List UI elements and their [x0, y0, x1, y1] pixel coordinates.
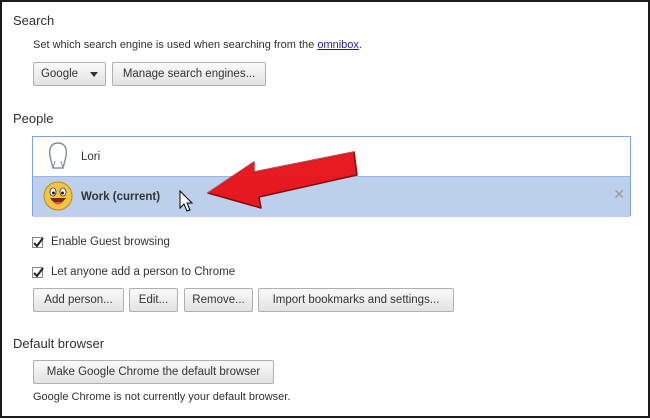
edit-person-button[interactable]: Edit...: [129, 288, 178, 312]
silhouette-avatar-icon: [49, 142, 67, 169]
default-browser-status: Google Chrome is not currently your defa…: [33, 391, 291, 403]
anyone-add-person-option[interactable]: Let anyone add a person to Chrome: [32, 266, 235, 278]
guest-browsing-label: Enable Guest browsing: [51, 236, 170, 248]
remove-person-button[interactable]: Remove...: [184, 288, 253, 312]
profile-row-work[interactable]: Work (current) ✕: [33, 176, 630, 217]
anyone-add-person-checkbox[interactable]: [32, 266, 44, 278]
remove-profile-icon[interactable]: ✕: [613, 188, 625, 202]
make-default-browser-button[interactable]: Make Google Chrome the default browser: [33, 360, 274, 384]
guest-browsing-checkbox[interactable]: [32, 236, 44, 248]
settings-page: Search Set which search engine is used w…: [0, 0, 650, 418]
search-engine-dropdown[interactable]: Google: [33, 62, 106, 86]
people-section-title: People: [13, 111, 54, 126]
checkmark-icon: [33, 266, 44, 278]
search-section-title: Search: [13, 13, 55, 28]
default-browser-section-title: Default browser: [13, 336, 105, 351]
profile-row-lori[interactable]: Lori: [33, 137, 630, 176]
smiley-avatar-icon: [43, 181, 73, 211]
omnibox-link[interactable]: omnibox: [317, 39, 359, 51]
manage-search-engines-button[interactable]: Manage search engines...: [112, 62, 266, 86]
checkmark-icon: [33, 236, 44, 248]
import-bookmarks-button[interactable]: Import bookmarks and settings...: [258, 288, 454, 312]
profile-name: Lori: [81, 150, 101, 163]
add-person-button[interactable]: Add person...: [33, 288, 124, 312]
guest-browsing-option[interactable]: Enable Guest browsing: [32, 236, 170, 248]
search-description: Set which search engine is used when sea…: [33, 39, 362, 51]
dropdown-arrow-icon: [90, 71, 99, 77]
profile-list: Lori Work (current) ✕: [32, 136, 631, 217]
anyone-add-person-label: Let anyone add a person to Chrome: [51, 266, 236, 278]
profile-name: Work (current): [81, 191, 161, 203]
